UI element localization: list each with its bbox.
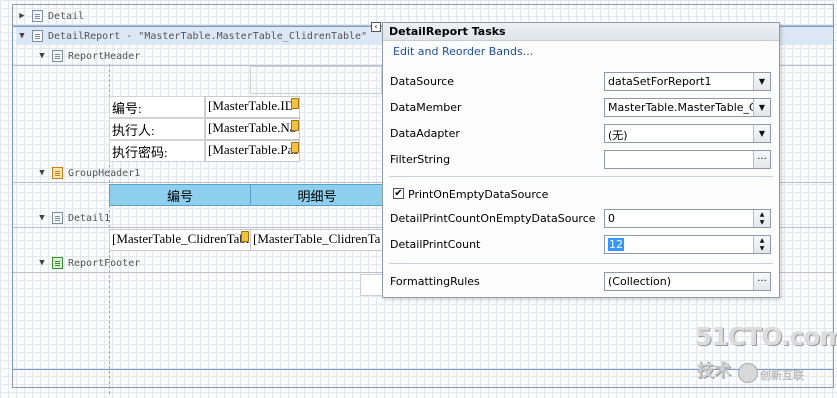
filterstring-field[interactable]: ··· [604, 150, 771, 169]
dataadapter-label: DataAdapter [390, 127, 460, 140]
detail-report-band-bar [780, 27, 833, 45]
print-count-spinner[interactable]: 12 ▲ ▼ [604, 235, 771, 254]
watermark-brand: 创新互联 [760, 369, 804, 382]
print-on-empty-label[interactable]: PrintOnEmptyDataSource [408, 188, 548, 201]
detail-cell-1[interactable]: [MasterTable_ClidrenTabl [109, 229, 251, 251]
dataadapter-combo[interactable]: (无) ▼ [604, 124, 771, 143]
datamember-value: MasterTable.MasterTable_C [608, 101, 757, 114]
detail-report-tasks-panel: DetailReport Tasks Edit and Reorder Band… [382, 22, 780, 298]
formatting-rules-label: FormattingRules [390, 275, 480, 288]
collapse-arrow-icon[interactable]: ▼ [36, 258, 48, 268]
band-report-footer[interactable]: ▼ ReportFooter [36, 254, 140, 272]
dropdown-arrow-icon[interactable]: ▼ [753, 99, 770, 116]
count-on-empty-label: DetailPrintCountOnEmptyDataSource [390, 212, 596, 225]
header-empty-box[interactable] [250, 66, 382, 94]
footer-band-icon [52, 257, 63, 269]
band-detail-report[interactable]: ▼ DetailReport - "MasterTable.MasterTabl… [16, 27, 382, 45]
collapse-arrow-icon[interactable]: ▼ [36, 168, 48, 178]
band-icon [52, 50, 63, 62]
band-icon [52, 212, 63, 224]
dropdown-arrow-icon[interactable]: ▼ [753, 125, 770, 142]
label-executor[interactable]: 执行人: [109, 118, 205, 140]
print-count-value: 12 [608, 238, 624, 251]
dropdown-arrow-icon[interactable]: ▼ [753, 73, 770, 90]
panel-divider [389, 176, 773, 177]
band-label: DetailReport - "MasterTable.MasterTable_… [48, 30, 368, 42]
band-label: ReportFooter [68, 257, 141, 269]
footer-empty-box[interactable] [360, 274, 384, 296]
band-detail[interactable]: ▶ Detail [16, 7, 84, 25]
filterstring-label: FilterString [390, 153, 451, 166]
field-tag-icon[interactable] [291, 120, 299, 131]
spin-arrows-icon[interactable]: ▲ ▼ [753, 210, 770, 227]
field-name[interactable]: [MasterTable.Na [205, 118, 300, 140]
smart-tag-collapse-icon[interactable]: ‹ [371, 22, 381, 32]
band-icon [32, 30, 43, 42]
band-report-header[interactable]: ▼ ReportHeader [36, 47, 140, 65]
collapse-arrow-icon[interactable]: ▼ [16, 31, 28, 41]
dataadapter-value: (无) [608, 129, 628, 142]
panel-divider [389, 263, 773, 264]
band-icon [32, 10, 43, 22]
ellipsis-button-icon[interactable]: ··· [753, 273, 770, 290]
count-on-empty-spinner[interactable]: 0 ▲ ▼ [604, 209, 771, 228]
edit-reorder-bands-link[interactable]: Edit and Reorder Bands... [393, 45, 533, 58]
column-header-id[interactable]: 编号 [109, 184, 251, 206]
datasource-label: DataSource [390, 75, 455, 88]
field-tag-icon[interactable] [291, 98, 299, 109]
group-band-icon [52, 167, 63, 179]
count-on-empty-value: 0 [608, 212, 615, 225]
print-count-label: DetailPrintCount [390, 238, 481, 251]
datamember-combo[interactable]: MasterTable.MasterTable_C ▼ [604, 98, 771, 117]
band-detail1[interactable]: ▼ Detail1 [36, 209, 110, 227]
label-password[interactable]: 执行密码: [109, 140, 205, 162]
spin-arrows-icon[interactable]: ▲ ▼ [753, 236, 770, 253]
field-id[interactable]: [MasterTable.ID [205, 96, 300, 118]
detail-cell-2[interactable]: [MasterTable_ClidrenTa [250, 229, 384, 251]
band-label: Detail1 [68, 212, 111, 224]
band-label: ReportHeader [68, 50, 141, 62]
label-id[interactable]: 编号: [109, 96, 205, 118]
band-label: GroupHeader1 [68, 167, 141, 179]
field-password[interactable]: [MasterTable.Pas [205, 140, 300, 162]
expand-arrow-icon[interactable]: ▶ [16, 11, 28, 21]
watermark-tech: 技术 [697, 361, 731, 381]
datasource-value: dataSetForReport1 [608, 75, 712, 88]
band-group-header[interactable]: ▼ GroupHeader1 [36, 164, 140, 182]
datasource-combo[interactable]: dataSetForReport1 ▼ [604, 72, 771, 91]
field-tag-icon[interactable] [241, 231, 249, 242]
collapse-arrow-icon[interactable]: ▼ [36, 51, 48, 61]
formatting-rules-field[interactable]: (Collection) ··· [604, 272, 771, 291]
field-tag-icon[interactable] [291, 142, 299, 153]
collapse-arrow-icon[interactable]: ▼ [36, 213, 48, 223]
column-header-detail-no[interactable]: 明细号 [250, 184, 384, 206]
datamember-label: DataMember [390, 101, 462, 114]
panel-title: DetailReport Tasks [383, 23, 779, 41]
ellipsis-button-icon[interactable]: ··· [753, 151, 770, 168]
formatting-rules-value: (Collection) [608, 275, 671, 288]
watermark-site: 51CTO.com [695, 322, 837, 351]
print-on-empty-checkbox[interactable]: ✔ [393, 188, 404, 199]
watermark-logo-icon [738, 363, 758, 383]
band-label: Detail [48, 10, 85, 22]
